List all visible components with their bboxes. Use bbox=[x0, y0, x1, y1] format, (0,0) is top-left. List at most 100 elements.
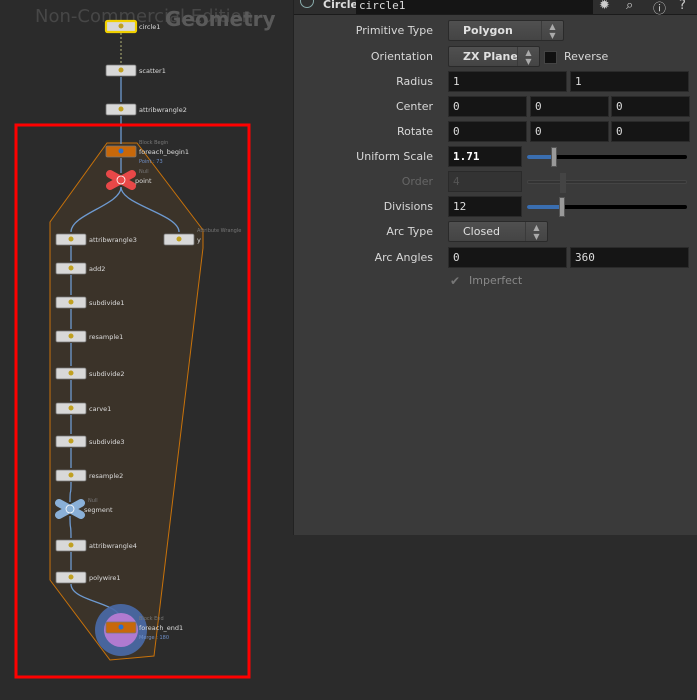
node-label: subdivide1 bbox=[89, 299, 124, 307]
orientation-value: ZX Plane bbox=[463, 50, 518, 63]
node-label: scatter1 bbox=[139, 67, 166, 75]
info-icon[interactable]: ⓘ bbox=[653, 0, 666, 17]
circle-node-icon[interactable] bbox=[300, 0, 314, 8]
radius-y-field[interactable]: 1 bbox=[570, 71, 689, 92]
slider-fill bbox=[527, 205, 563, 209]
slider-handle bbox=[560, 173, 566, 193]
node-type-icon bbox=[68, 542, 74, 548]
node-resample1[interactable]: resample1 bbox=[55, 330, 123, 343]
node-info: Point : 73 bbox=[139, 159, 163, 165]
node-label: foreach_begin1 bbox=[139, 148, 189, 156]
context-label: Geometry bbox=[165, 7, 276, 31]
node-type-label: Block Begin bbox=[139, 140, 168, 146]
arc-angles-start-field[interactable]: 0 bbox=[448, 247, 567, 268]
order-label: Order bbox=[401, 175, 433, 188]
center-x-field[interactable]: 0 bbox=[448, 96, 527, 117]
primitive-type-value: Polygon bbox=[463, 24, 513, 37]
node-foreach_end1[interactable]: foreach_end1 Block End Merge : 180 bbox=[95, 604, 183, 656]
node-label: carve1 bbox=[89, 405, 111, 413]
node-type-icon bbox=[68, 265, 74, 271]
radius-label: Radius bbox=[396, 75, 433, 88]
node-info: Merge : 180 bbox=[139, 635, 169, 641]
center-y-field[interactable]: 0 bbox=[530, 96, 609, 117]
node-resample2[interactable]: resample2 bbox=[55, 469, 123, 482]
node-carve1[interactable]: carve1 bbox=[55, 402, 111, 415]
node-label: resample1 bbox=[89, 333, 123, 341]
node-type-icon bbox=[68, 472, 74, 478]
arc-type-label: Arc Type bbox=[386, 225, 433, 238]
node-add2[interactable]: add2 bbox=[55, 262, 105, 275]
node-type-label: Null bbox=[88, 498, 98, 504]
arc-angles-label: Arc Angles bbox=[374, 251, 433, 264]
node-subdivide2[interactable]: subdivide2 bbox=[55, 367, 124, 380]
orientation-menu[interactable]: ZX Plane ▲ ▼ bbox=[448, 46, 540, 67]
node-type-icon bbox=[68, 574, 74, 580]
node-type-icon bbox=[68, 299, 74, 305]
node-subdivide3[interactable]: subdivide3 bbox=[55, 435, 124, 448]
reverse-checkbox[interactable] bbox=[544, 51, 557, 64]
gear-icon[interactable]: ✹ bbox=[599, 0, 610, 13]
node-polywire1[interactable]: polywire1 bbox=[55, 571, 121, 584]
uniform-scale-field[interactable]: 1.71 bbox=[448, 146, 522, 167]
node-type-icon bbox=[118, 148, 124, 154]
divisions-label: Divisions bbox=[383, 200, 433, 213]
slider-fill bbox=[527, 155, 555, 159]
primitive-type-menu[interactable]: Polygon ▲ ▼ bbox=[448, 20, 564, 41]
updown-arrow-icon: ▲ ▼ bbox=[525, 222, 547, 241]
node-label: attribwrangle3 bbox=[89, 236, 137, 244]
node-label: circle1 bbox=[139, 23, 160, 31]
imperfect-checkbox[interactable]: ✔ bbox=[450, 274, 460, 288]
node-label: resample2 bbox=[89, 472, 123, 480]
order-slider bbox=[527, 173, 687, 193]
uniform-scale-slider[interactable] bbox=[527, 147, 687, 167]
node-type-icon bbox=[118, 106, 124, 112]
node-label: attribwrangle4 bbox=[89, 542, 137, 550]
node-type-icon bbox=[68, 333, 74, 339]
radius-x-field[interactable]: 1 bbox=[448, 71, 567, 92]
node-type-label: Attribute Wrangle bbox=[197, 228, 241, 234]
arc-type-menu[interactable]: Closed ▲ ▼ bbox=[448, 221, 548, 242]
node-type-icon bbox=[68, 405, 74, 411]
node-type-icon bbox=[118, 624, 124, 630]
node-label: point bbox=[135, 177, 152, 185]
updown-arrow-icon: ▲ ▼ bbox=[517, 47, 539, 66]
node-label: polywire1 bbox=[89, 574, 121, 582]
divisions-slider[interactable] bbox=[527, 197, 687, 217]
node-type-icon bbox=[68, 438, 74, 444]
node-attribwrangle4[interactable]: attribwrangle4 bbox=[55, 539, 137, 552]
rotate-z-field[interactable]: 0 bbox=[611, 121, 690, 142]
node-type-icon bbox=[68, 370, 74, 376]
node-type-label: Null bbox=[139, 169, 149, 175]
node-scatter1[interactable]: scatter1 bbox=[105, 64, 166, 77]
node-type-icon bbox=[118, 67, 124, 73]
node-label: attribwrangle2 bbox=[139, 106, 187, 114]
parameter-header: Circle circle1 ✹ ⌕ ⓘ ? bbox=[294, 0, 697, 17]
node-circle1[interactable]: circle1 bbox=[104, 19, 160, 34]
node-subdivide1[interactable]: subdivide1 bbox=[55, 296, 124, 309]
node-attribwrangle2[interactable]: attribwrangle2 bbox=[105, 103, 187, 116]
center-z-field[interactable]: 0 bbox=[611, 96, 690, 117]
reverse-label: Reverse bbox=[564, 50, 609, 63]
rotate-x-field[interactable]: 0 bbox=[448, 121, 527, 142]
orientation-label: Orientation bbox=[370, 50, 433, 63]
node-label: foreach_end1 bbox=[139, 624, 183, 632]
node-label: subdivide3 bbox=[89, 438, 124, 446]
search-icon[interactable]: ⌕ bbox=[626, 0, 633, 13]
rotate-label: Rotate bbox=[396, 125, 433, 138]
node-label: y bbox=[197, 236, 201, 244]
node-attribwrangle3[interactable]: attribwrangle3 bbox=[55, 233, 137, 246]
parameter-panel: Circle circle1 ✹ ⌕ ⓘ ? Primitive Type Po… bbox=[293, 0, 697, 535]
node-type-icon bbox=[68, 236, 74, 242]
network-editor[interactable]: Non-Commercial Edition Geometry circle1s… bbox=[0, 0, 293, 700]
divisions-field[interactable]: 12 bbox=[448, 196, 522, 217]
slider-handle[interactable] bbox=[551, 147, 558, 167]
rotate-y-field[interactable]: 0 bbox=[530, 121, 609, 142]
help-icon[interactable]: ? bbox=[679, 0, 686, 13]
imperfect-label: Imperfect bbox=[469, 274, 523, 287]
node-label: segment bbox=[84, 506, 113, 514]
slider-handle[interactable] bbox=[559, 197, 566, 217]
node-type-label: Circle bbox=[323, 0, 359, 11]
node-type-icon bbox=[176, 236, 182, 242]
node-name-field[interactable]: circle1 bbox=[356, 0, 593, 14]
arc-angles-end-field[interactable]: 360 bbox=[570, 247, 689, 268]
